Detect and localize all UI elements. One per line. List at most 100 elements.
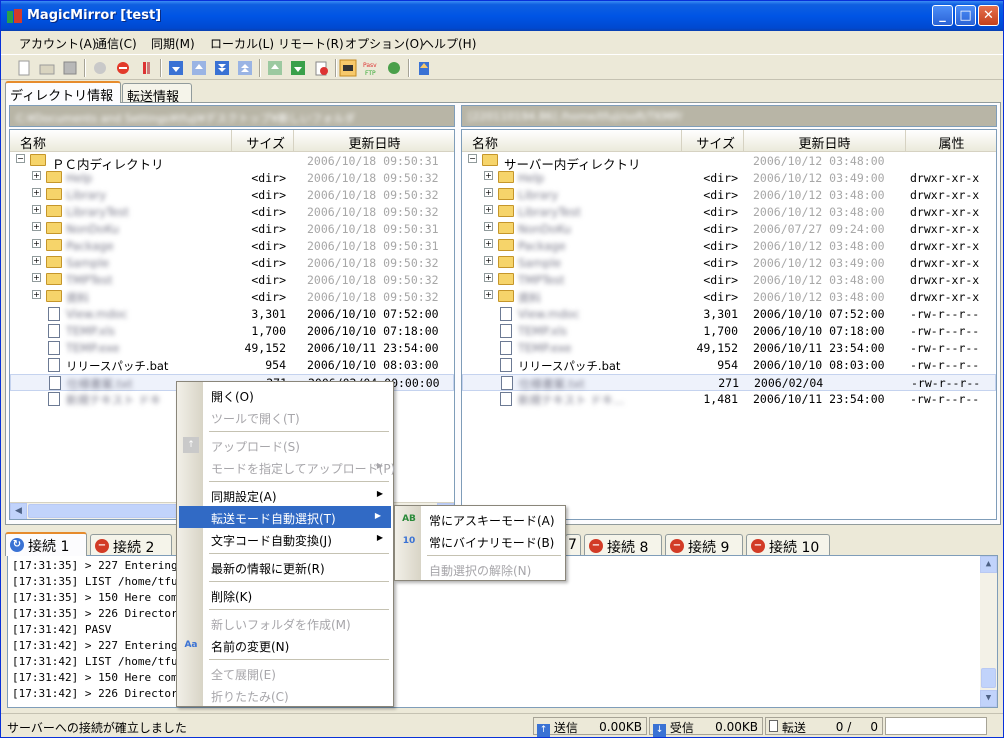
expand-icon[interactable]: + xyxy=(32,290,41,299)
menu-item-charset-auto[interactable]: 文字コード自動変換(J) ▶ xyxy=(177,528,393,550)
file-row[interactable]: TEMP.exe 49,152 2006/10/11 23:54:00 xyxy=(10,340,454,357)
scroll-left-icon[interactable]: ◀ xyxy=(10,503,27,519)
menu-remote[interactable]: リモート(R) xyxy=(278,35,344,52)
expand-icon[interactable]: + xyxy=(32,273,41,282)
local-upload-icon[interactable] xyxy=(266,59,284,77)
tab-connection-8[interactable]: − 接続 8 xyxy=(584,534,662,556)
folder-row[interactable]: + 資料 <dir> 2006/10/18 09:50:32 xyxy=(10,289,454,306)
minimize-button[interactable]: _ xyxy=(932,5,953,26)
local-download-icon[interactable] xyxy=(289,59,307,77)
folder-row[interactable]: + Sample <dir> 2006/10/18 09:50:32 xyxy=(10,255,454,272)
expand-icon[interactable]: + xyxy=(484,205,493,214)
menu-item-always-binary[interactable]: 10 常にバイナリモード(B) xyxy=(395,530,565,552)
menu-item-rename[interactable]: Aa 名前の変更(N) xyxy=(177,634,393,656)
folder-row[interactable]: + NonDoKu <dir> 2006/07/27 09:24:00 drwxr-xr… xyxy=(462,221,996,238)
folder-row[interactable]: + Help <dir> 2006/10/18 09:50:32 xyxy=(10,170,454,187)
tab-connection-1[interactable]: ↻ 接続 1 xyxy=(5,532,87,556)
file-row[interactable]: TEMP.xls 1,700 2006/10/10 07:18:00 xyxy=(10,323,454,340)
expand-icon[interactable]: + xyxy=(484,273,493,282)
column-size[interactable]: サイズ xyxy=(682,130,744,152)
download-icon[interactable] xyxy=(167,59,185,77)
column-modified[interactable]: 更新日時 xyxy=(744,130,906,152)
remote-root-row[interactable]: − サーバー内ディレクトリ 2006/10/12 03:48:00 xyxy=(462,153,996,172)
scroll-down-icon[interactable]: ▼ xyxy=(980,690,997,707)
menu-help[interactable]: ヘルプ(H) xyxy=(422,35,476,52)
maximize-button[interactable]: □ xyxy=(955,5,976,26)
expand-icon[interactable]: + xyxy=(484,290,493,299)
local-path-bar[interactable]: C:¥Documents and Settings¥tfuji¥デスクトップ¥新… xyxy=(9,105,455,127)
expand-icon[interactable]: + xyxy=(32,256,41,265)
column-name[interactable]: 名称 xyxy=(10,130,232,152)
stop-icon[interactable] xyxy=(137,59,155,77)
file-row[interactable]: TEMP.exe 49,152 2006/10/11 23:54:00 -rw-r--… xyxy=(462,340,996,357)
menu-item-expand-all[interactable]: 全て展開(E) xyxy=(177,662,393,684)
expand-icon[interactable]: + xyxy=(484,188,493,197)
download-all-icon[interactable] xyxy=(213,59,231,77)
folder-row[interactable]: + TMPTest <dir> 2006/10/12 03:48:00 drwxr-xr… xyxy=(462,272,996,289)
remote-file-list[interactable]: 名称 サイズ 更新日時 属性 − サーバー内ディレクトリ 2006/10/12 … xyxy=(461,129,997,520)
folder-row[interactable]: + Library <dir> 2006/10/18 09:50:32 xyxy=(10,187,454,204)
menu-options[interactable]: オプション(O) xyxy=(345,35,424,52)
file-row[interactable]: TEMP.xls 1,700 2006/10/10 07:18:00 -rw-r--r… xyxy=(462,323,996,340)
delete-file-icon[interactable] xyxy=(312,59,330,77)
expand-icon[interactable]: + xyxy=(32,171,41,180)
ascii-mode-icon[interactable] xyxy=(339,59,357,77)
upload-icon[interactable] xyxy=(190,59,208,77)
folder-row[interactable]: + Library <dir> 2006/10/12 03:48:00 drwxr-xr… xyxy=(462,187,996,204)
tab-transfer-info[interactable]: 転送情報 xyxy=(122,83,192,105)
folder-row[interactable]: + Help <dir> 2006/10/12 03:49:00 drwxr-xr-x xyxy=(462,170,996,187)
expand-icon[interactable]: + xyxy=(32,205,41,214)
column-size[interactable]: サイズ xyxy=(232,130,294,152)
expand-icon[interactable]: + xyxy=(484,256,493,265)
expand-icon[interactable]: + xyxy=(32,222,41,231)
local-root-row[interactable]: − ＰＣ内ディレクトリ 2006/10/18 09:50:31 xyxy=(10,153,454,172)
exit-icon[interactable] xyxy=(415,59,433,77)
folder-row[interactable]: + TMPTest <dir> 2006/10/18 09:50:32 xyxy=(10,272,454,289)
file-row[interactable]: リリースパッチ.bat 954 2006/10/10 08:03:00 -rw-r--… xyxy=(462,357,996,374)
log-scroll-thumb[interactable] xyxy=(981,668,996,688)
collapse-icon[interactable]: − xyxy=(16,154,25,163)
open-folder-icon[interactable] xyxy=(38,59,56,77)
disconnect-icon[interactable] xyxy=(114,59,132,77)
file-row[interactable]: リリースパッチ.bat 954 2006/10/10 08:03:00 xyxy=(10,357,454,374)
menu-local[interactable]: ローカル(L) xyxy=(210,35,274,52)
upload-all-icon[interactable] xyxy=(236,59,254,77)
collapse-icon[interactable]: − xyxy=(468,154,477,163)
file-row[interactable]: View.mdoc 3,301 2006/10/10 07:52:00 -rw-r--… xyxy=(462,306,996,323)
menu-item-always-ascii[interactable]: AB 常にアスキーモード(A) xyxy=(395,508,565,530)
menu-item-delete[interactable]: 削除(K) xyxy=(177,584,393,606)
folder-row[interactable]: + Sample <dir> 2006/10/12 03:49:00 drwxr-xr-… xyxy=(462,255,996,272)
column-name[interactable]: 名称 xyxy=(462,130,682,152)
column-attributes[interactable]: 属性 xyxy=(906,130,996,152)
menu-item-sync-settings[interactable]: 同期設定(A) ▶ xyxy=(177,484,393,506)
tab-connection-2[interactable]: − 接続 2 xyxy=(90,534,172,556)
new-file-icon[interactable] xyxy=(15,59,33,77)
menu-item-open[interactable]: 開く(O) xyxy=(177,384,393,406)
menu-account[interactable]: アカウント(A) xyxy=(19,35,97,52)
column-modified[interactable]: 更新日時 xyxy=(294,130,454,152)
tab-connection-7[interactable]: 7 xyxy=(565,534,581,556)
menu-item-refresh[interactable]: 最新の情報に更新(R) xyxy=(177,556,393,578)
menu-item-transfer-mode-auto[interactable]: 転送モード自動選択(T) ▶ xyxy=(179,506,391,528)
expand-icon[interactable]: + xyxy=(484,239,493,248)
expand-icon[interactable]: + xyxy=(484,222,493,231)
tab-connection-9[interactable]: − 接続 9 xyxy=(665,534,743,556)
ftp-mode-icon[interactable]: PasvFTP xyxy=(362,59,380,77)
expand-icon[interactable]: + xyxy=(32,239,41,248)
folder-row[interactable]: + Package <dir> 2006/10/12 03:48:00 drwxr-xr… xyxy=(462,238,996,255)
menu-sync[interactable]: 同期(M) xyxy=(151,35,195,52)
scroll-up-icon[interactable]: ▲ xyxy=(980,556,997,573)
close-button[interactable]: ✕ xyxy=(978,5,999,26)
menu-connect[interactable]: 通信(C) xyxy=(95,35,137,52)
menu-item-collapse[interactable]: 折りたたみ(C) xyxy=(177,684,393,706)
expand-icon[interactable]: + xyxy=(32,188,41,197)
menu-item-clear-auto-select[interactable]: 自動選択の解除(N) xyxy=(395,558,565,580)
menu-item-upload-with-mode[interactable]: モードを指定してアップロード(P) ▶ xyxy=(177,456,395,478)
folder-row[interactable]: + Package <dir> 2006/10/18 09:50:31 xyxy=(10,238,454,255)
tab-connection-10[interactable]: − 接続 10 xyxy=(746,534,830,556)
file-row[interactable]: 仕様書案.txt 271 2006/02/04 -rw-r--r-- xyxy=(462,374,996,391)
folder-row[interactable]: + NonDoKu <dir> 2006/10/18 09:50:31 xyxy=(10,221,454,238)
menu-item-open-with-tool[interactable]: ツールで開く(T) xyxy=(177,406,393,428)
file-row[interactable]: 新規テキスト ドキ... 1,481 2006/10/11 23:54:00 -rw-… xyxy=(462,391,996,408)
expand-icon[interactable]: + xyxy=(484,171,493,180)
